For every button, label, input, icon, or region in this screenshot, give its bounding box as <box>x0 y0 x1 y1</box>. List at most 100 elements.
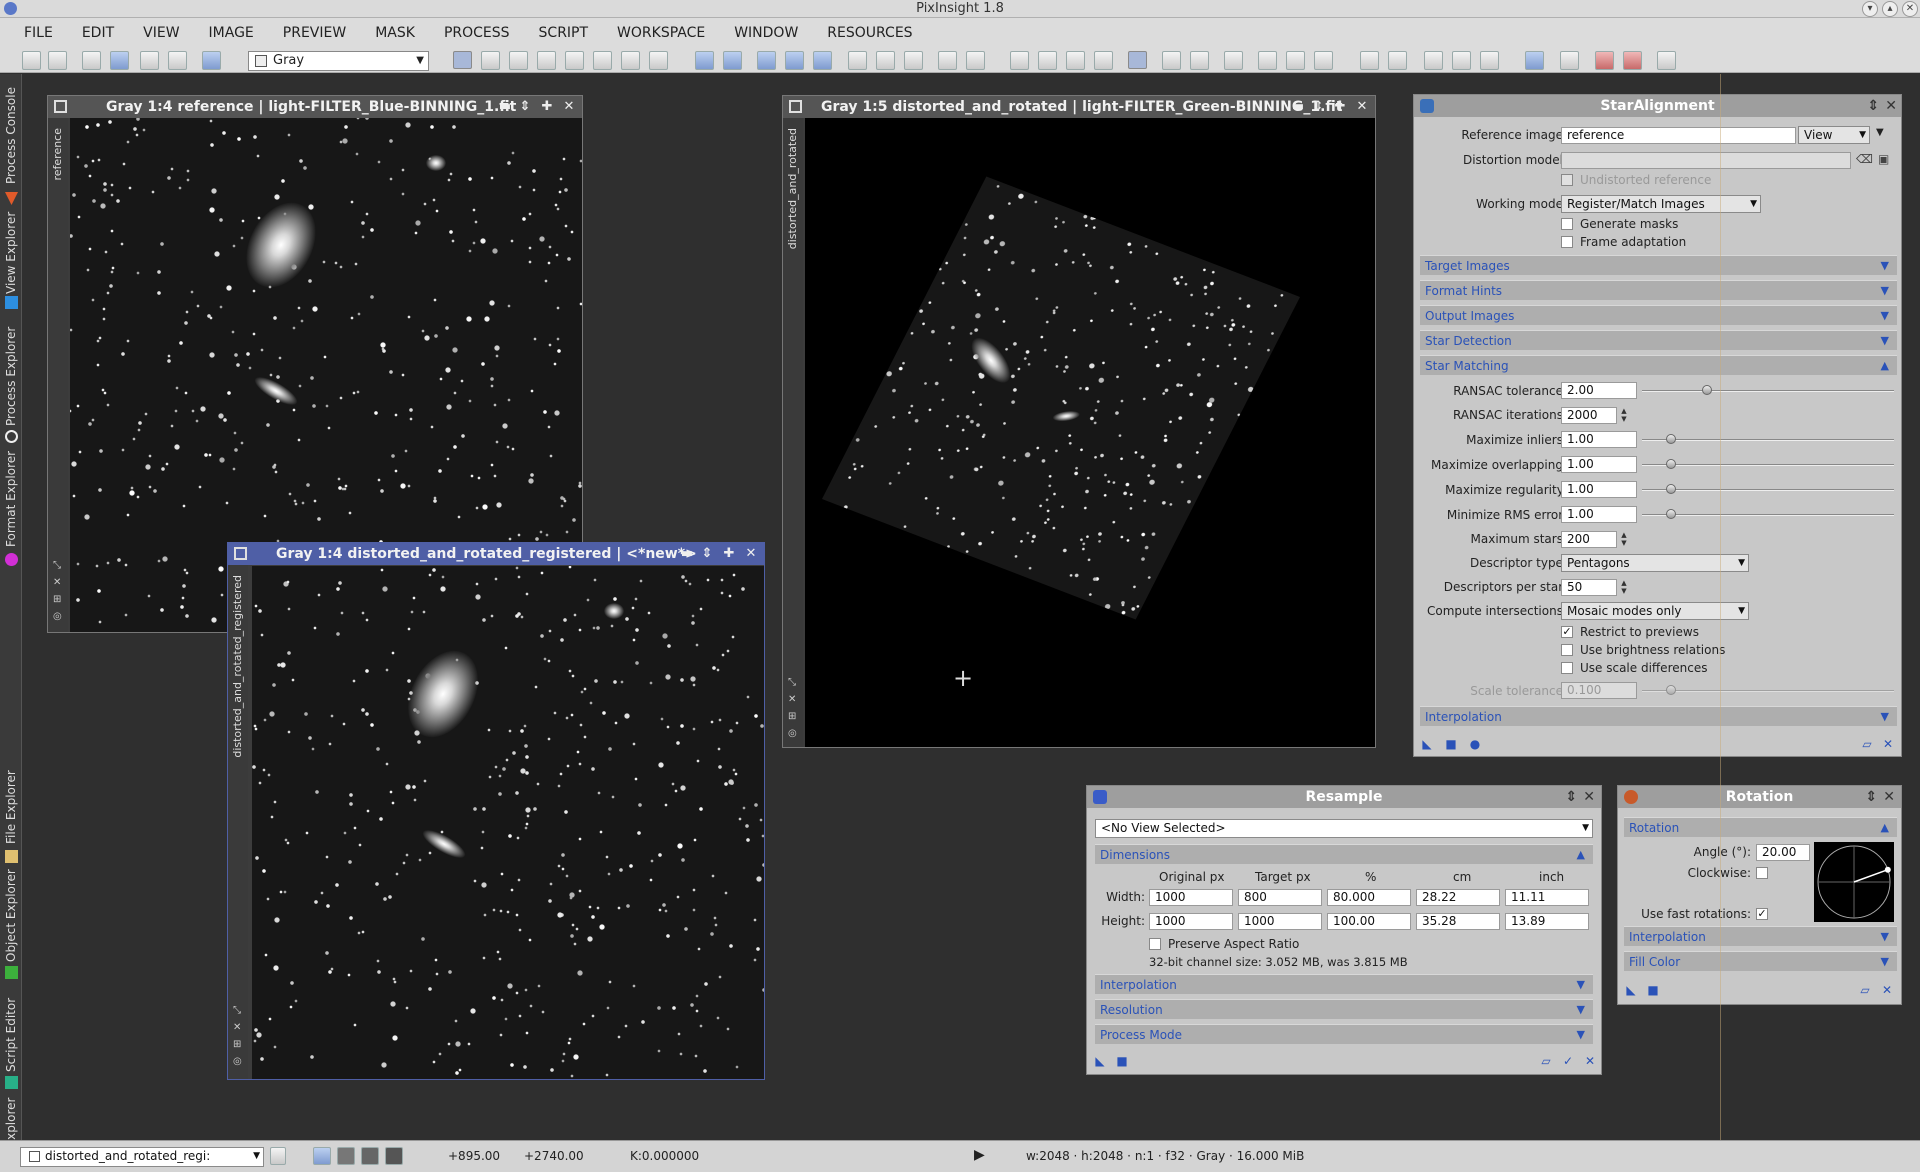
stf-icon[interactable] <box>1525 51 1544 70</box>
minimize-icon[interactable]: ▬ <box>496 96 514 118</box>
dock-tab-view-explorer[interactable]: View Explorer <box>0 204 22 309</box>
view-tab-label[interactable]: distorted_and_rotated <box>786 128 799 249</box>
crosshair-tool-icon[interactable]: ✕ <box>788 695 798 705</box>
mask-icon[interactable] <box>1128 51 1147 69</box>
channel-blue-icon[interactable] <box>385 1147 403 1165</box>
distortion-model-field[interactable] <box>1561 152 1851 169</box>
pan-icon[interactable] <box>537 51 556 70</box>
apply-global-icon[interactable]: ● <box>1468 737 1482 751</box>
preview-tool-icon[interactable]: ⊞ <box>788 712 798 722</box>
width-percent[interactable]: 80.000 <box>1327 889 1411 906</box>
preserve-aspect-checkbox[interactable] <box>1149 938 1161 950</box>
shade-icon[interactable]: ⇕ <box>698 543 716 565</box>
reference-source-select[interactable]: View ▼ <box>1798 126 1870 144</box>
close-icon[interactable]: ✕ <box>1883 786 1895 808</box>
view-selected-select[interactable]: <No View Selected> ▼ <box>1095 819 1593 838</box>
angle-dial[interactable] <box>1814 842 1894 922</box>
reset-icon[interactable]: ✕ <box>1583 1054 1597 1068</box>
width-cm[interactable]: 28.22 <box>1416 889 1500 906</box>
maximize-icon[interactable]: ✚ <box>720 543 738 565</box>
height-target-px[interactable]: 1000 <box>1238 913 1322 930</box>
close-icon[interactable]: ✕ <box>1353 96 1371 118</box>
width-original-px[interactable]: 1000 <box>1149 889 1233 906</box>
crosshair-tool-icon[interactable]: ✕ <box>233 1023 243 1033</box>
redo-icon[interactable] <box>48 51 67 70</box>
menu-process[interactable]: PROCESS <box>444 25 510 41</box>
menu-edit[interactable]: EDIT <box>82 25 114 41</box>
zoom-plus-icon[interactable] <box>785 51 804 70</box>
registered-image-canvas[interactable] <box>252 566 764 1079</box>
maximize-icon[interactable]: ✚ <box>538 96 556 118</box>
target-tool-icon[interactable]: ◎ <box>53 612 63 622</box>
menu-mask[interactable]: MASK <box>375 25 415 41</box>
fit-view-icon[interactable] <box>848 51 867 70</box>
image-window-titlebar[interactable]: Gray 1:4 distorted_and_rotated_registere… <box>228 543 764 565</box>
spin-arrows-icon[interactable]: ▲ ▼ <box>1619 579 1629 596</box>
panel-titlebar[interactable]: Rotation ⇕ ✕ <box>1618 786 1901 808</box>
dock-tab-script-editor[interactable]: Script Editor <box>0 990 22 1092</box>
shade-icon[interactable]: ⇕ <box>1867 95 1879 117</box>
mask-enable-icon[interactable] <box>1224 51 1243 70</box>
close-window-icon[interactable]: ✕ <box>1902 1 1918 17</box>
channel-icon-1[interactable] <box>1360 51 1379 70</box>
section-interpolation[interactable]: Interpolation ▼ <box>1624 926 1897 946</box>
clear-field-icon[interactable]: ⌫ <box>1856 152 1873 166</box>
channel-icon-2[interactable] <box>1388 51 1407 70</box>
browse-documentation-icon[interactable]: ▱ <box>1858 983 1872 997</box>
zoom-tool-icon[interactable]: ⤡ <box>233 1006 243 1016</box>
height-percent[interactable]: 100.00 <box>1327 913 1411 930</box>
use-scale-differences-checkbox[interactable] <box>1561 662 1573 674</box>
open-image-icon[interactable] <box>140 51 159 70</box>
browse-documentation-icon[interactable]: ▱ <box>1539 1054 1553 1068</box>
select-arrow-icon[interactable] <box>649 51 668 70</box>
minimize-window-icon[interactable]: ▾ <box>1862 1 1878 17</box>
process-icon-1[interactable] <box>1258 51 1277 70</box>
fit-window-icon[interactable] <box>876 51 895 70</box>
clone-image-icon[interactable] <box>82 51 101 70</box>
zoom-minus-icon[interactable] <box>813 51 832 70</box>
clear-stf-icon[interactable] <box>1623 51 1642 70</box>
process-icon-3[interactable] <box>1314 51 1333 70</box>
maximize-regularity-slider[interactable] <box>1642 484 1894 494</box>
play-icon[interactable]: ▶ <box>974 1147 985 1163</box>
maximize-window-icon[interactable]: ▴ <box>1882 1 1898 17</box>
menu-window[interactable]: WINDOW <box>734 25 798 41</box>
shade-icon[interactable]: ⇕ <box>1865 786 1877 808</box>
slider-knob[interactable] <box>1666 484 1676 494</box>
height-original-px[interactable]: 1000 <box>1149 913 1233 930</box>
maximum-stars-field[interactable]: 200 <box>1561 531 1617 548</box>
image-window-titlebar[interactable]: Gray 1:5 distorted_and_rotated | light-F… <box>783 96 1375 118</box>
minimize-rms-field[interactable]: 1.00 <box>1561 506 1637 523</box>
menu-preview[interactable]: PREVIEW <box>283 25 346 41</box>
dock-tab-process-console[interactable]: Process Console <box>0 80 22 205</box>
menu-file[interactable]: FILE <box>24 25 53 41</box>
readout-mode-icon[interactable] <box>453 51 472 69</box>
panel-titlebar[interactable]: Resample ⇕ ✕ <box>1087 786 1601 808</box>
target-tool-icon[interactable]: ◎ <box>788 729 798 739</box>
restrict-to-previews-checkbox[interactable]: ✓ <box>1561 626 1573 638</box>
preview-icon[interactable] <box>621 51 640 70</box>
auto-stf-icon[interactable] <box>1657 51 1676 70</box>
folder-open-icon[interactable]: ▣ <box>1878 152 1889 166</box>
menu-workspace[interactable]: WORKSPACE <box>617 25 705 41</box>
shade-icon[interactable]: ⇕ <box>1309 96 1327 118</box>
crop-icon[interactable] <box>593 51 612 70</box>
section-target-images[interactable]: Target Images ▼ <box>1420 255 1897 275</box>
reference-image-field[interactable]: reference <box>1561 127 1796 144</box>
panel-titlebar[interactable]: StarAlignment ⇕ ✕ <box>1414 95 1901 117</box>
dock-tab-format-explorer[interactable]: Format Explorer <box>0 451 22 569</box>
use-brightness-relations-checkbox[interactable] <box>1561 644 1573 656</box>
spin-arrows-icon[interactable]: ▲ ▼ <box>1619 407 1629 424</box>
delete-preview-icon[interactable] <box>1094 51 1113 70</box>
active-view-select[interactable]: distorted_and_rotated_regi: ▼ <box>20 1147 264 1167</box>
tile-icon[interactable] <box>938 51 957 70</box>
spin-arrows-icon[interactable]: ▲ ▼ <box>1619 531 1629 548</box>
zoom-icon[interactable] <box>757 51 776 70</box>
image-window-distorted[interactable]: Gray 1:5 distorted_and_rotated | light-F… <box>782 95 1376 748</box>
maximize-inliers-slider[interactable] <box>1642 434 1894 444</box>
channel-rgb-icon[interactable] <box>313 1147 331 1165</box>
section-format-hints[interactable]: Format Hints ▼ <box>1420 280 1897 300</box>
angle-field[interactable]: 20.00 <box>1756 844 1810 861</box>
dock-tab-process-explorer[interactable]: Process Explorer <box>0 326 22 446</box>
crosshair-tool-icon[interactable]: ✕ <box>53 578 63 588</box>
